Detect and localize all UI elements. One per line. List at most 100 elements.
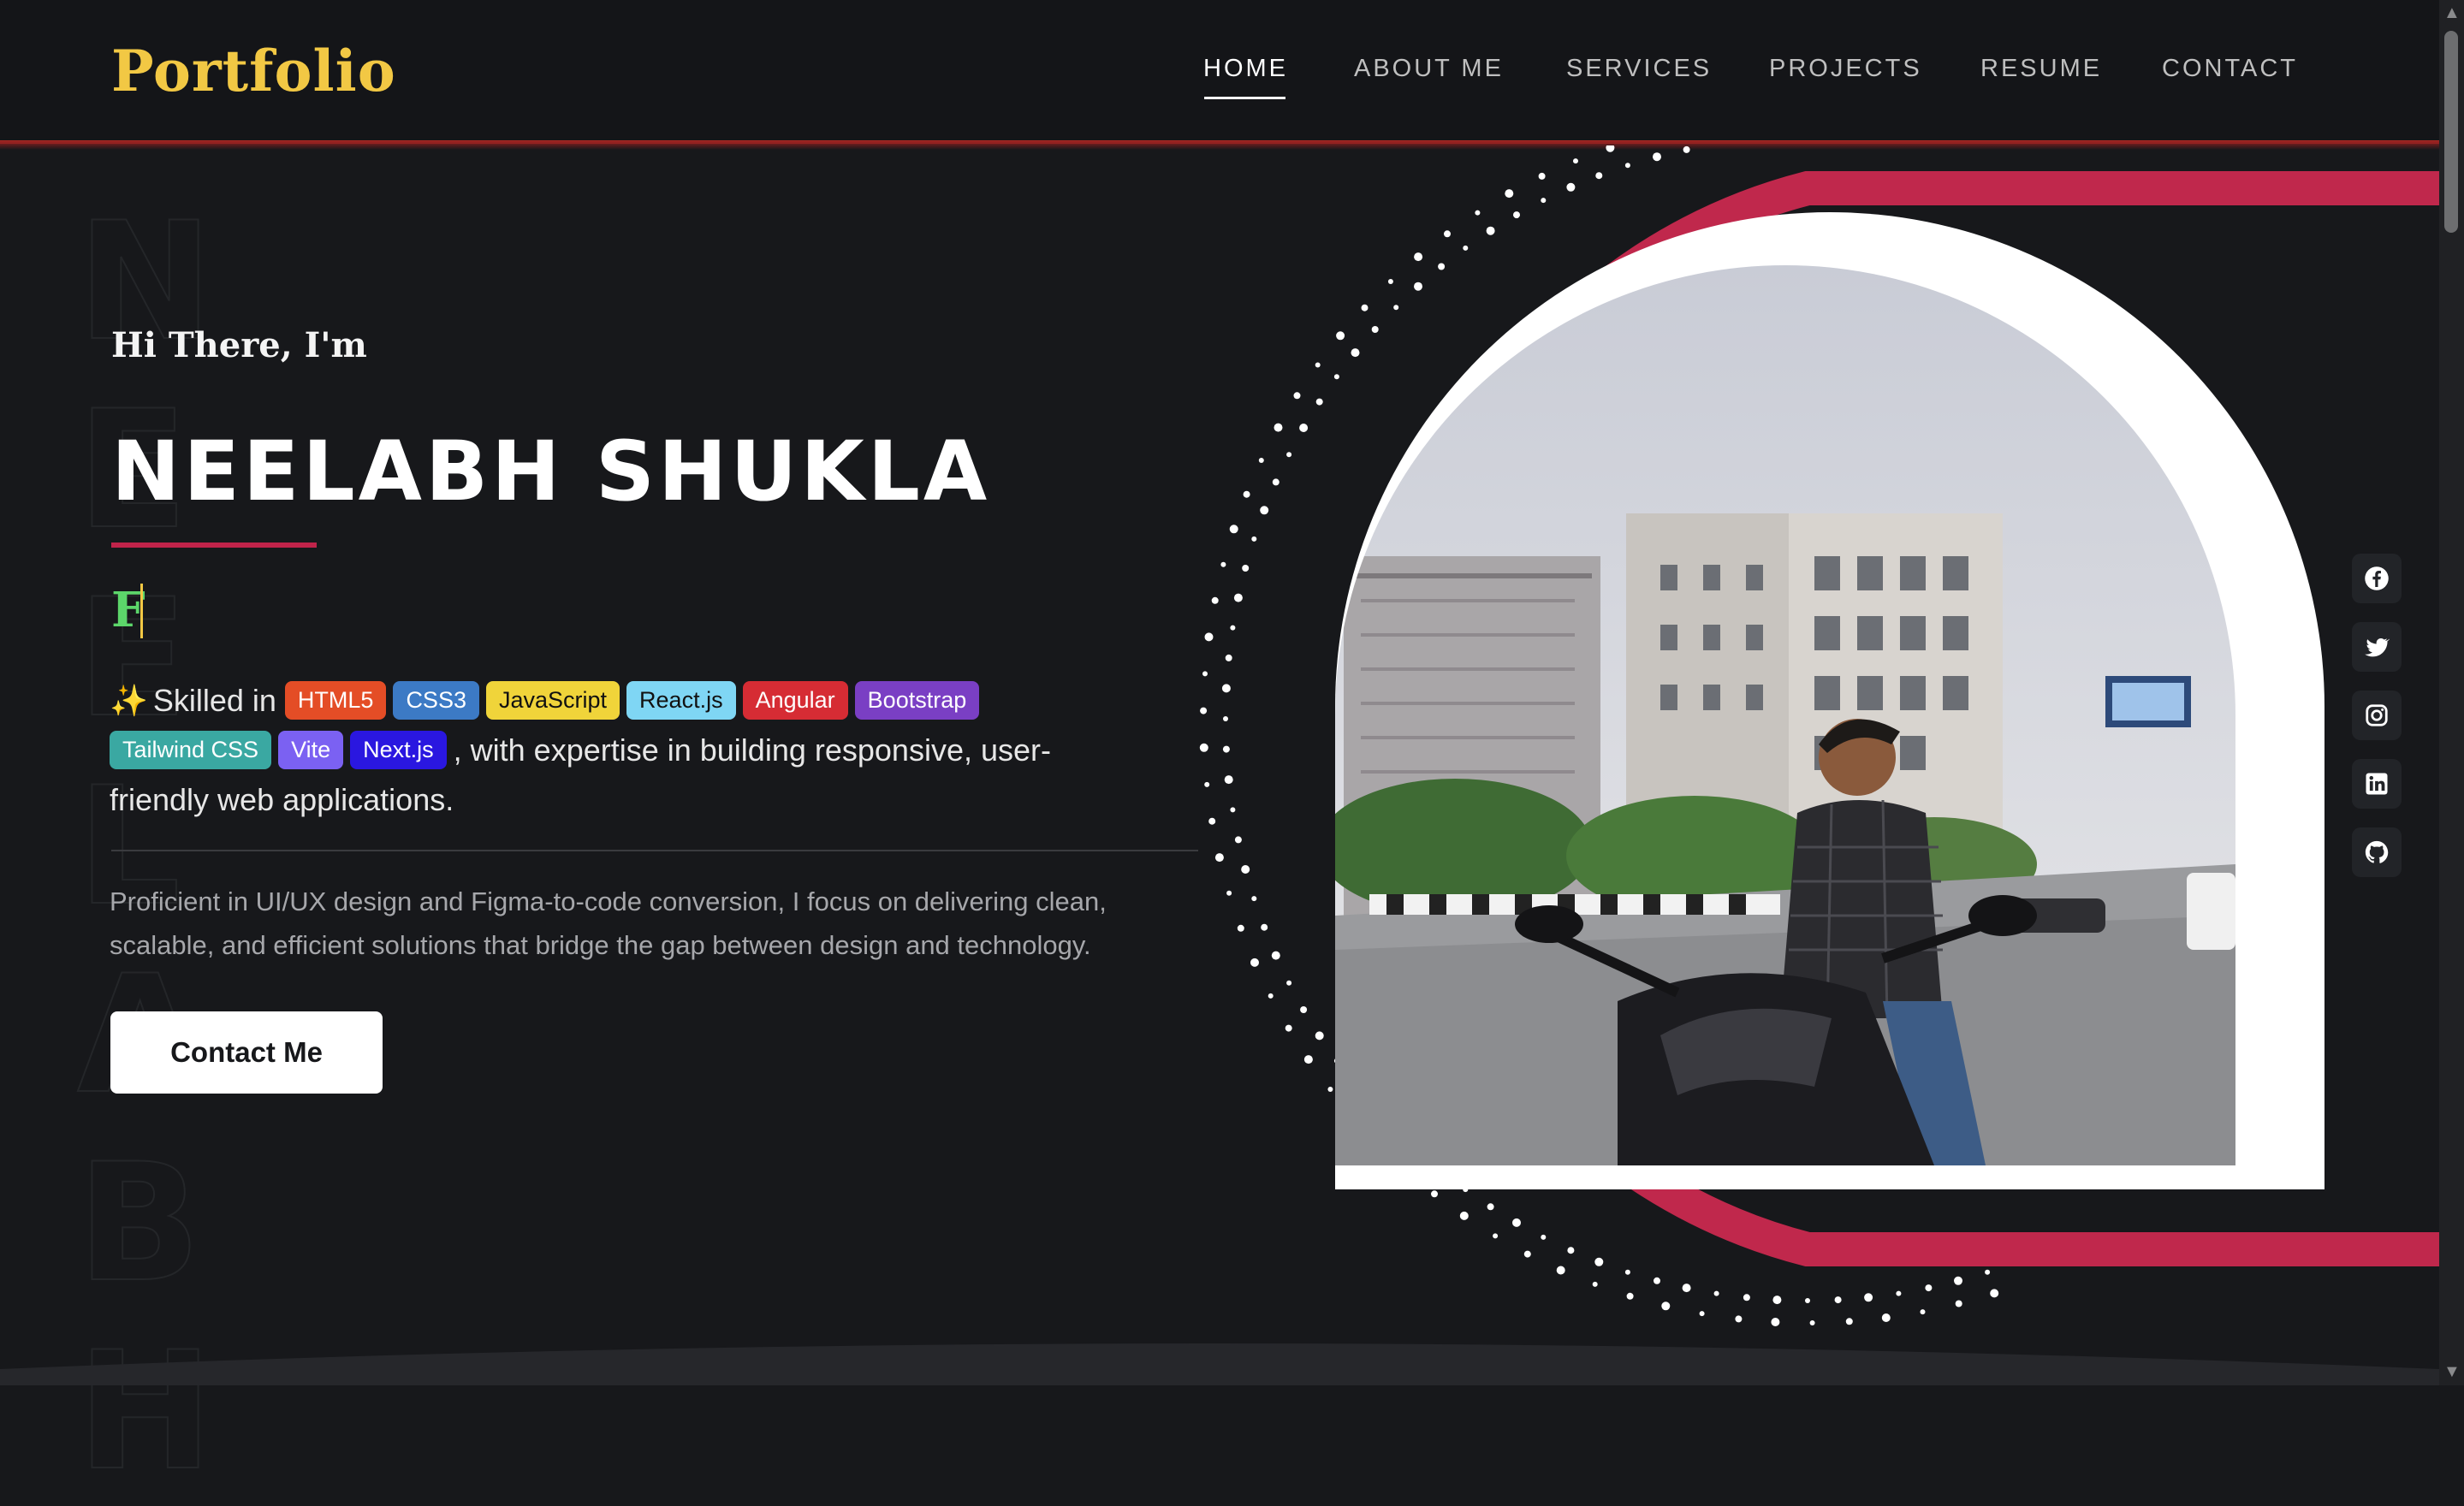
facebook-link[interactable] — [2352, 554, 2402, 603]
linkedin-link[interactable] — [2352, 759, 2402, 809]
profile-photo-illustration — [1335, 265, 2235, 1165]
skill-badge: CSS3 — [393, 680, 479, 720]
ring-dot — [1271, 951, 1280, 960]
facebook-icon — [2365, 566, 2389, 590]
ring-dot — [1845, 1318, 1853, 1325]
ring-dot — [1444, 230, 1451, 238]
ring-dot — [1258, 458, 1264, 463]
ring-dot — [1293, 392, 1301, 400]
ring-dot — [1251, 536, 1257, 542]
github-icon — [2365, 840, 2389, 863]
skill-badge: Angular — [742, 680, 848, 720]
ring-dot — [1512, 1218, 1521, 1227]
ring-dot — [1199, 743, 1208, 752]
ring-dot — [1805, 1298, 1810, 1303]
ring-dot — [1220, 561, 1226, 567]
skills-paragraph: ✨ Skilled in HTML5 CSS3 JavaScript React.js A… — [110, 676, 1145, 825]
ring-dot — [1954, 1276, 1962, 1285]
nav-resume[interactable]: RESUME — [1980, 55, 2102, 83]
ring-dot — [1224, 775, 1233, 785]
ring-dot — [1351, 348, 1360, 358]
ring-dot — [1274, 423, 1283, 432]
ring-dot — [1743, 1294, 1750, 1301]
background-letter: B — [76, 1129, 202, 1319]
hero-name: NEELABH SHUKLA — [111, 424, 991, 519]
scroll-down-arrow-icon[interactable]: ▼ — [2443, 1362, 2461, 1382]
ring-dot — [1735, 1315, 1743, 1323]
ring-dot — [1556, 1266, 1565, 1275]
ring-dot — [1315, 362, 1321, 368]
ring-dot — [1626, 1292, 1634, 1300]
ring-dot — [1200, 707, 1208, 714]
ring-dot — [1567, 1247, 1575, 1254]
logo[interactable]: Portfolio — [111, 38, 396, 104]
nav-projects[interactable]: PROJECTS — [1769, 55, 1922, 83]
typing-caret — [140, 584, 143, 638]
ring-dot — [1242, 565, 1250, 572]
ring-dot — [1233, 593, 1243, 602]
ring-dot — [1204, 632, 1214, 642]
ring-dot — [1222, 745, 1230, 753]
skill-badge: Tailwind CSS — [110, 730, 272, 769]
ring-dot — [1272, 478, 1279, 486]
ring-dot — [1624, 1269, 1630, 1275]
ring-dot — [1371, 326, 1379, 333]
ring-dot — [1661, 1301, 1671, 1311]
ring-dot — [1208, 817, 1216, 825]
nav-contact[interactable]: CONTACT — [2162, 55, 2298, 83]
scrollbar-thumb[interactable] — [2444, 31, 2458, 233]
ring-dot — [1505, 189, 1514, 199]
nav-about-me[interactable]: ABOUT ME — [1354, 55, 1504, 83]
ring-dot — [1566, 182, 1576, 192]
ring-dot — [1771, 1318, 1780, 1326]
ring-dot — [1230, 807, 1236, 813]
ring-dot — [1990, 1289, 1999, 1298]
ring-dot — [1229, 525, 1238, 534]
ring-dot — [1223, 716, 1228, 721]
github-link[interactable] — [2352, 827, 2402, 877]
ring-dot — [1234, 836, 1242, 844]
ring-dot — [1226, 890, 1232, 896]
ring-dot — [1299, 424, 1309, 432]
ring-dot — [1682, 1284, 1691, 1293]
ring-dot — [1285, 1024, 1292, 1032]
ring-dot — [1250, 958, 1259, 967]
ring-dot — [1315, 398, 1323, 406]
ring-dot — [1864, 1293, 1873, 1302]
ring-dot — [1487, 1203, 1494, 1211]
ring-dot — [1985, 1269, 1991, 1275]
skill-badge: Vite — [278, 730, 344, 769]
nav-home[interactable]: HOME — [1203, 55, 1288, 83]
ring-dot — [1237, 924, 1244, 932]
ring-dot — [1595, 172, 1603, 180]
ring-dot — [1920, 1309, 1926, 1315]
ring-dot — [1606, 145, 1615, 152]
twitter-link[interactable] — [2352, 622, 2402, 672]
ring-dot — [1300, 1006, 1308, 1013]
skill-badge: React.js — [626, 680, 736, 720]
ring-dot — [1624, 163, 1630, 169]
ring-dot — [1463, 245, 1469, 251]
ring-dot — [1303, 1055, 1313, 1064]
ring-dot — [1699, 1311, 1705, 1317]
ring-dot — [1211, 596, 1219, 604]
instagram-link[interactable] — [2352, 691, 2402, 740]
ring-dot — [1336, 331, 1345, 341]
nav-services[interactable]: SERVICES — [1566, 55, 1712, 83]
skill-badge: JavaScript — [485, 680, 620, 720]
ring-dot — [1654, 1277, 1660, 1284]
hero-description: Proficient in UI/UX design and Figma-to-… — [110, 886, 1107, 960]
skill-badge: Bootstrap — [854, 680, 980, 720]
ring-dot — [1204, 781, 1210, 787]
skills-intro: Skilled in — [152, 683, 276, 718]
divider — [111, 850, 1198, 851]
skill-badge: HTML5 — [284, 680, 387, 720]
scroll-up-arrow-icon[interactable]: ▲ — [2443, 3, 2461, 23]
ring-dot — [1573, 158, 1578, 164]
ring-dot — [1541, 198, 1547, 204]
ring-dot — [1286, 452, 1292, 458]
ring-dot — [1653, 152, 1661, 162]
ring-dot — [1414, 252, 1423, 262]
contact-me-button[interactable]: Contact Me — [110, 1011, 383, 1094]
ring-dot — [1896, 1290, 1902, 1296]
